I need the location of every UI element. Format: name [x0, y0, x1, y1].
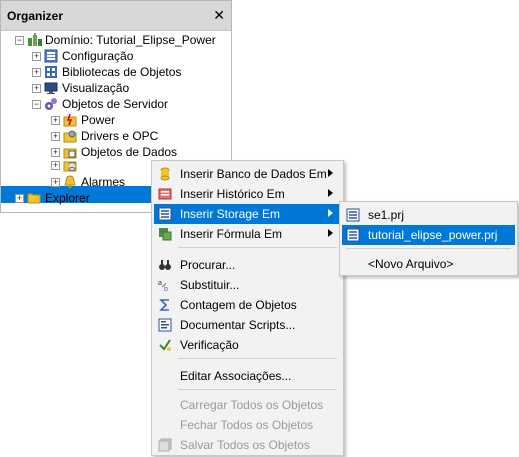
binoculars-icon	[158, 258, 172, 272]
tree-node-label: Visualização	[62, 81, 130, 95]
tree-node-power[interactable]: + Power	[51, 112, 115, 128]
menu-separator	[178, 389, 337, 390]
menu-item-label: Substituir...	[180, 278, 240, 292]
organizer-title: Organizer	[7, 8, 64, 23]
collapse-icon[interactable]: −	[32, 99, 41, 109]
expand-icon[interactable]: +	[51, 177, 60, 187]
context-menu: Inserir Banco de Dados Em Inserir Histór…	[151, 160, 344, 456]
expand-icon[interactable]: +	[32, 67, 41, 77]
submenu-arrow-icon	[328, 229, 333, 237]
library-icon	[44, 65, 58, 79]
tree-node-objetos-servidor[interactable]: − Objetos de Servidor	[32, 96, 168, 112]
close-icon[interactable]: ✕	[213, 7, 225, 24]
submenu-item-tutorial[interactable]: tutorial_elipse_power.prj	[342, 225, 515, 245]
submenu-item-label: <Novo Arquivo>	[368, 257, 454, 271]
menu-separator	[346, 248, 511, 249]
tree-node-domain[interactable]: − Domínio: Tutorial_Elipse_Power	[15, 32, 216, 48]
menu-item-label: Verificação	[180, 338, 239, 352]
menu-item-inserir-banco[interactable]: Inserir Banco de Dados Em	[154, 164, 341, 184]
sigma-icon	[158, 298, 172, 312]
menu-separator	[178, 358, 337, 359]
collapse-icon[interactable]: −	[15, 35, 24, 45]
menu-item-label: Inserir Histórico Em	[180, 187, 285, 201]
tree-node-label: Explorer	[45, 191, 90, 205]
menu-item-salvar-todos[interactable]: Salvar Todos os Objetos	[154, 435, 341, 455]
tree-node-visualizacao[interactable]: + Visualização	[32, 80, 129, 96]
svg-text:a: a	[158, 280, 162, 287]
config-icon	[44, 49, 58, 63]
monitor-icon	[44, 81, 58, 95]
submenu-item-se1[interactable]: se1.prj	[342, 205, 515, 225]
expand-icon[interactable]: +	[32, 51, 41, 61]
svg-text:b: b	[164, 286, 168, 292]
submenu-arrow-icon	[328, 189, 333, 197]
menu-item-label: Inserir Banco de Dados Em	[180, 167, 327, 181]
menu-item-inserir-historico[interactable]: Inserir Histórico Em	[154, 184, 341, 204]
expand-icon[interactable]: +	[51, 160, 60, 170]
save-all-icon	[158, 438, 172, 452]
menu-item-label: Fechar Todos os Objetos	[180, 418, 314, 432]
submenu-arrow-icon	[328, 209, 333, 217]
menu-item-documentar[interactable]: Documentar Scripts...	[154, 315, 341, 335]
database-folder-icon	[63, 158, 77, 172]
server-objects-icon	[44, 97, 58, 111]
organizer-title-bar: Organizer ✕	[1, 1, 231, 31]
menu-item-label: Editar Associações...	[180, 369, 292, 383]
folder-icon	[27, 191, 41, 205]
expand-icon[interactable]: +	[15, 193, 24, 203]
submenu-item-novo-arquivo[interactable]: <Novo Arquivo>	[342, 254, 515, 274]
alarm-icon	[63, 175, 77, 189]
project-icon	[346, 228, 360, 242]
power-icon	[63, 113, 77, 127]
tree-node-label: Objetos de Servidor	[62, 97, 169, 111]
tree-node-label: Domínio: Tutorial_Elipse_Power	[45, 33, 216, 47]
history-icon	[158, 187, 172, 201]
expand-icon[interactable]: +	[32, 83, 41, 93]
menu-item-label: Documentar Scripts...	[180, 318, 296, 332]
storage-icon	[158, 207, 172, 221]
menu-separator	[178, 247, 337, 248]
menu-item-label: Carregar Todos os Objetos	[180, 398, 324, 412]
formula-icon	[158, 227, 172, 241]
menu-item-fechar-todos[interactable]: Fechar Todos os Objetos	[154, 415, 341, 435]
tree-node-label: Alarmes	[81, 175, 126, 189]
project-icon	[346, 208, 360, 222]
menu-item-substituir[interactable]: ab Substituir...	[154, 275, 341, 295]
document-scripts-icon	[158, 318, 172, 332]
menu-item-inserir-formula[interactable]: Inserir Fórmula Em	[154, 224, 341, 244]
menu-item-label: Contagem de Objetos	[180, 298, 297, 312]
replace-icon: ab	[158, 278, 172, 293]
menu-item-contagem[interactable]: Contagem de Objetos	[154, 295, 341, 315]
menu-item-label: Inserir Fórmula Em	[180, 227, 283, 241]
storage-submenu: se1.prj tutorial_elipse_power.prj <Novo …	[339, 201, 518, 276]
menu-item-label: Salvar Todos os Objetos	[180, 438, 310, 452]
tree-node-explorer[interactable]: + Explorer	[15, 190, 90, 206]
tree-node-drivers[interactable]: + Drivers e OPC	[51, 128, 158, 144]
tree-node-alarmes[interactable]: + Alarmes	[51, 174, 125, 190]
tree-node-configuracao[interactable]: + Configuração	[32, 48, 133, 64]
menu-item-verificacao[interactable]: Verificação	[154, 335, 341, 355]
drivers-icon	[63, 129, 77, 143]
menu-item-label: Procurar...	[180, 258, 236, 272]
expand-icon[interactable]: +	[51, 131, 60, 141]
submenu-arrow-icon	[328, 169, 333, 177]
check-icon	[158, 338, 172, 352]
menu-item-procurar[interactable]: Procurar...	[154, 255, 341, 275]
tree-node-label: Bibliotecas de Objetos	[62, 65, 182, 79]
menu-item-carregar-todos[interactable]: Carregar Todos os Objetos	[154, 395, 341, 415]
menu-item-inserir-storage[interactable]: Inserir Storage Em	[154, 204, 341, 224]
domain-icon	[27, 33, 42, 47]
tree-node-bibliotecas[interactable]: + Bibliotecas de Objetos	[32, 64, 181, 80]
menu-item-label: Inserir Storage Em	[180, 207, 281, 221]
menu-item-editar-associacoes[interactable]: Editar Associações...	[154, 366, 341, 386]
tree-node-label: Power	[81, 113, 116, 127]
submenu-item-label: tutorial_elipse_power.prj	[368, 228, 498, 242]
submenu-item-label: se1.prj	[368, 208, 405, 222]
database-icon	[158, 167, 172, 181]
expand-icon[interactable]: +	[51, 115, 60, 125]
tree-node-label: Configuração	[62, 49, 134, 63]
tree-node-label: Drivers e OPC	[81, 129, 159, 143]
expand-icon[interactable]: +	[51, 147, 60, 157]
